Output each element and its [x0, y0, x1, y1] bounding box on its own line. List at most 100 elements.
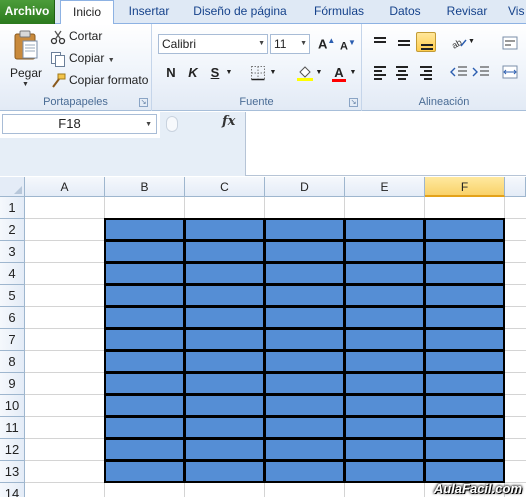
row-header-13[interactable]: 13 [0, 461, 25, 483]
cell-d13[interactable] [264, 460, 345, 483]
paste-button[interactable]: Pegar ▼ [6, 28, 46, 92]
row-header-14[interactable]: 14 [0, 483, 25, 497]
row-header-3[interactable]: 3 [0, 241, 25, 263]
cell-b2[interactable] [104, 218, 185, 241]
dialog-launcher-icon[interactable]: ↘ [349, 98, 358, 107]
cell-e10[interactable] [344, 394, 425, 417]
fill-color-icon[interactable] [296, 64, 314, 82]
cell-e5[interactable] [344, 284, 425, 307]
orientation-dropdown-icon[interactable]: ▼ [468, 38, 475, 45]
merge-center-icon[interactable] [502, 64, 518, 80]
copy-button[interactable]: Copiar ▼ [50, 48, 115, 68]
cell-b7[interactable] [104, 328, 185, 351]
row-header-12[interactable]: 12 [0, 439, 25, 461]
cell-d5[interactable] [264, 284, 345, 307]
column-header-d[interactable]: D [265, 177, 345, 197]
cell-b9[interactable] [104, 372, 185, 395]
cell-f5[interactable] [424, 284, 505, 307]
cell-f13[interactable] [424, 460, 505, 483]
tab-insertar[interactable]: Insertar [124, 0, 174, 24]
cell-f7[interactable] [424, 328, 505, 351]
cell-b12[interactable] [104, 438, 185, 461]
name-box[interactable]: F18 ▼ [2, 114, 157, 134]
cell-b3[interactable] [104, 240, 185, 263]
cell-d10[interactable] [264, 394, 345, 417]
underline-button[interactable]: S [206, 64, 224, 82]
cut-button[interactable]: Cortar [50, 26, 102, 46]
cell-e8[interactable] [344, 350, 425, 373]
cell-d6[interactable] [264, 306, 345, 329]
cell-c7[interactable] [184, 328, 265, 351]
column-header-c[interactable]: C [185, 177, 265, 197]
column-header-e[interactable]: E [345, 177, 425, 197]
cell-d4[interactable] [264, 262, 345, 285]
cell-b4[interactable] [104, 262, 185, 285]
borders-dropdown-icon[interactable]: ▼ [268, 64, 278, 82]
column-header-a[interactable]: A [25, 177, 105, 197]
row-header-1[interactable]: 1 [0, 197, 25, 219]
tab-diseno-de-pagina[interactable]: Diseño de página [190, 0, 290, 24]
cell-e6[interactable] [344, 306, 425, 329]
resize-grip-icon[interactable] [166, 116, 178, 132]
paste-dropdown-icon[interactable]: ▼ [22, 81, 29, 88]
align-left-button[interactable] [370, 62, 390, 82]
tab-datos[interactable]: Datos [384, 0, 426, 24]
tab-inicio[interactable]: Inicio [60, 0, 114, 25]
cell-d11[interactable] [264, 416, 345, 439]
cell-e7[interactable] [344, 328, 425, 351]
font-name-select[interactable]: Calibri ▼ [158, 34, 268, 54]
decrease-indent-icon[interactable] [450, 64, 468, 80]
cell-c12[interactable] [184, 438, 265, 461]
select-all-button[interactable] [0, 177, 25, 197]
wrap-text-icon[interactable] [502, 36, 518, 50]
row-header-9[interactable]: 9 [0, 373, 25, 395]
cell-e12[interactable] [344, 438, 425, 461]
cell-c11[interactable] [184, 416, 265, 439]
align-center-button[interactable] [392, 62, 412, 82]
tab-revisar[interactable]: Revisar [444, 0, 490, 24]
cell-c8[interactable] [184, 350, 265, 373]
tab-vista[interactable]: Vis [508, 0, 526, 24]
bold-button[interactable]: N [162, 64, 180, 82]
cell-f8[interactable] [424, 350, 505, 373]
cell-f10[interactable] [424, 394, 505, 417]
cell-d3[interactable] [264, 240, 345, 263]
row-header-8[interactable]: 8 [0, 351, 25, 373]
cell-b8[interactable] [104, 350, 185, 373]
dialog-launcher-icon[interactable]: ↘ [139, 98, 148, 107]
cell-c9[interactable] [184, 372, 265, 395]
fill-color-dropdown-icon[interactable]: ▼ [314, 64, 324, 82]
row-header-10[interactable]: 10 [0, 395, 25, 417]
cell-c13[interactable] [184, 460, 265, 483]
grow-font-button[interactable]: A▲ [318, 36, 335, 51]
insert-function-icon[interactable]: fx [222, 114, 235, 129]
cell-b6[interactable] [104, 306, 185, 329]
column-header-b[interactable]: B [105, 177, 185, 197]
cell-c6[interactable] [184, 306, 265, 329]
increase-indent-icon[interactable] [472, 64, 490, 80]
cell-c3[interactable] [184, 240, 265, 263]
cell-f9[interactable] [424, 372, 505, 395]
underline-dropdown-icon[interactable]: ▼ [224, 64, 234, 82]
spreadsheet-grid[interactable]: A B C D E F 1 2 3 4 5 6 7 8 9 10 11 12 13 14 [0, 177, 526, 497]
cell-d2[interactable] [264, 218, 345, 241]
cell-f12[interactable] [424, 438, 505, 461]
cell-c2[interactable] [184, 218, 265, 241]
align-top-button[interactable] [370, 32, 390, 52]
align-middle-button[interactable] [394, 32, 414, 52]
row-header-7[interactable]: 7 [0, 329, 25, 351]
cell-b13[interactable] [104, 460, 185, 483]
cell-c10[interactable] [184, 394, 265, 417]
borders-icon[interactable] [250, 65, 266, 81]
row-header-4[interactable]: 4 [0, 263, 25, 285]
italic-button[interactable]: K [184, 64, 202, 82]
cell-f2[interactable] [424, 218, 505, 241]
column-header-overflow[interactable] [505, 177, 526, 197]
cell-b11[interactable] [104, 416, 185, 439]
font-color-button[interactable]: A [330, 64, 348, 82]
cell-f11[interactable] [424, 416, 505, 439]
cell-e9[interactable] [344, 372, 425, 395]
tab-formulas[interactable]: Fórmulas [310, 0, 368, 24]
cell-e2[interactable] [344, 218, 425, 241]
font-color-dropdown-icon[interactable]: ▼ [348, 64, 358, 82]
